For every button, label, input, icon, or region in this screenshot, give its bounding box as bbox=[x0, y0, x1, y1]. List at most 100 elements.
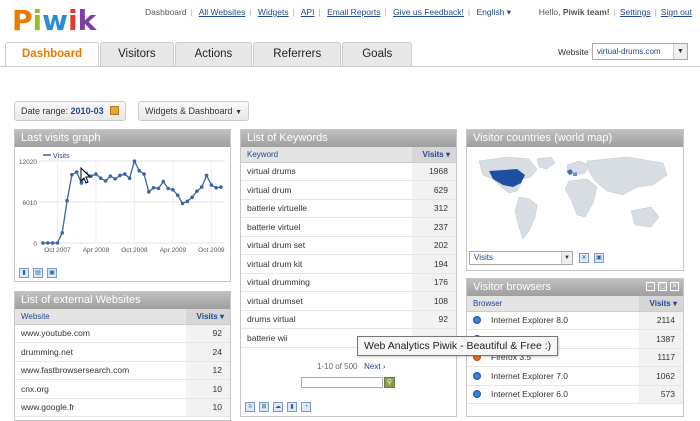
data-point bbox=[199, 185, 204, 189]
y-tick-label: 0 bbox=[33, 241, 37, 248]
export-icon[interactable]: ▤ bbox=[33, 268, 43, 278]
col-visits[interactable]: Visits ▾ bbox=[412, 147, 456, 163]
widget-title[interactable]: Visitor countries (world map) bbox=[467, 130, 683, 147]
data-point bbox=[142, 172, 146, 176]
table-row[interactable]: virtual drum 629 bbox=[241, 180, 456, 200]
pie-graph-icon[interactable]: ◔ bbox=[301, 402, 311, 412]
data-point bbox=[98, 176, 103, 180]
map-metric-select[interactable]: Visits ▼ bbox=[469, 251, 573, 265]
col-website[interactable]: Website bbox=[15, 309, 186, 325]
table-row[interactable]: batterie virtuelle 312 bbox=[241, 199, 456, 218]
row-label: drums virtual bbox=[241, 310, 412, 329]
data-point bbox=[190, 195, 194, 200]
user-menu: Hello, Piwik team! | Settings | Sign out bbox=[538, 7, 692, 17]
chevron-down-icon: ▼ bbox=[235, 109, 242, 116]
internet-explorer-icon bbox=[473, 316, 481, 325]
fullscreen-icon[interactable]: ✕ bbox=[579, 253, 589, 263]
tab-visitors[interactable]: Visitors bbox=[100, 42, 174, 66]
table-row[interactable]: drumming.net 24 bbox=[15, 342, 230, 362]
nav-email-reports[interactable]: Email Reports bbox=[327, 7, 380, 17]
x-tick-label: Apr 2009 bbox=[160, 247, 187, 254]
nav-feedback[interactable]: Give us Feedback! bbox=[393, 7, 464, 17]
x-tick-label: Oct 2007 bbox=[44, 247, 71, 254]
row-label: batterie virtuelle bbox=[241, 199, 412, 218]
table-row[interactable]: Internet Explorer 8.0 2114 bbox=[467, 311, 683, 330]
sign-out-link[interactable]: Sign out bbox=[661, 7, 692, 17]
table-row[interactable]: virtual drums 1968 bbox=[241, 162, 456, 181]
col-keyword[interactable]: Keyword bbox=[241, 147, 412, 163]
col-visits[interactable]: Visits ▾ bbox=[186, 309, 230, 325]
table-row[interactable]: virtual drumming 176 bbox=[241, 273, 456, 292]
table-row[interactable]: www.google.fr 10 bbox=[15, 398, 230, 417]
maximize-icon[interactable]: ▢ bbox=[658, 282, 667, 291]
widget-title[interactable]: Visitor browsers – ▢ × bbox=[467, 279, 683, 296]
table-more-icon[interactable]: ⊞ bbox=[259, 402, 269, 412]
main-tabs: Dashboard Visitors Actions Referrers Goa… bbox=[5, 42, 413, 67]
widget-title[interactable]: List of external Websites bbox=[15, 292, 230, 309]
table-row[interactable]: batterie virtuel 237 bbox=[241, 217, 456, 237]
nav-all-websites[interactable]: All Websites bbox=[199, 7, 246, 17]
language-selector[interactable]: English ▾ bbox=[477, 7, 512, 17]
search-icon[interactable]: ⚲ bbox=[384, 377, 395, 388]
row-label: www.google.fr bbox=[15, 398, 186, 417]
widgets-dashboard-button[interactable]: Widgets & Dashboard ▼ bbox=[138, 101, 249, 121]
keywords-table: Keyword Visits ▾ virtual drums 1968 virtual… bbox=[241, 147, 456, 348]
image-icon[interactable]: ▣ bbox=[47, 268, 57, 278]
sort-down-icon: ▾ bbox=[445, 149, 450, 159]
row-visits: 1968 bbox=[412, 162, 456, 181]
next-page-link[interactable]: Next › bbox=[364, 362, 385, 371]
tab-divider bbox=[0, 66, 700, 67]
tab-referrers[interactable]: Referrers bbox=[253, 42, 342, 66]
data-point bbox=[185, 199, 190, 204]
date-range-button[interactable]: Date range: 2010-03 bbox=[14, 101, 127, 121]
row-label: www.fastbrowsersearch.com bbox=[15, 361, 186, 380]
row-visits: 1062 bbox=[639, 366, 683, 386]
x-tick-label: Oct 2009 bbox=[198, 247, 225, 254]
data-point bbox=[151, 185, 156, 190]
data-point bbox=[171, 187, 175, 192]
widget-title[interactable]: Last visits graph bbox=[15, 130, 230, 147]
table-row[interactable]: cnx.org 10 bbox=[15, 379, 230, 399]
settings-link[interactable]: Settings bbox=[620, 7, 651, 17]
close-icon[interactable]: × bbox=[670, 282, 679, 291]
image-icon[interactable]: ▣ bbox=[594, 253, 604, 263]
tab-actions[interactable]: Actions bbox=[174, 42, 253, 66]
nav-api[interactable]: API bbox=[301, 7, 315, 17]
legend-label: Visits bbox=[53, 153, 70, 160]
keyword-search-input[interactable] bbox=[301, 377, 383, 388]
data-point bbox=[175, 193, 180, 198]
table-row[interactable]: virtual drum set 202 bbox=[241, 236, 456, 255]
col-visits[interactable]: Visits ▾ bbox=[639, 296, 683, 312]
nav-widgets[interactable]: Widgets bbox=[258, 7, 289, 17]
table-row[interactable]: www.youtube.com 92 bbox=[15, 324, 230, 343]
row-label: drumming.net bbox=[15, 342, 186, 362]
tab-dashboard[interactable]: Dashboard bbox=[5, 42, 100, 67]
data-point bbox=[50, 241, 55, 245]
top-navigation: Dashboard | All Websites | Widgets | API | E… bbox=[145, 7, 512, 17]
bar-graph-icon[interactable]: ▮ bbox=[287, 402, 297, 412]
col-browser[interactable]: Browser bbox=[467, 296, 639, 312]
tag-cloud-icon[interactable]: ☁ bbox=[273, 402, 283, 412]
nav-dashboard[interactable]: Dashboard bbox=[145, 7, 187, 17]
table-footer: ≡ ⊞ ☁ ▮ ◔ bbox=[245, 402, 311, 412]
widget-title[interactable]: List of Keywords bbox=[241, 130, 456, 147]
website-select[interactable]: virtual-drums.com ▼ bbox=[592, 43, 688, 60]
evolution-graph-icon[interactable]: ▮ bbox=[19, 268, 29, 278]
pagination: 1-10 of 500 Next › bbox=[317, 362, 386, 371]
data-point bbox=[60, 230, 65, 235]
table-row[interactable]: virtual drumset 108 bbox=[241, 291, 456, 311]
data-point bbox=[132, 159, 137, 163]
table-row[interactable]: drums virtual 92 bbox=[241, 310, 456, 329]
table-row[interactable]: Internet Explorer 7.0 1062 bbox=[467, 366, 683, 386]
world-map-widget: Visitor countries (world map) Visits ▼ ✕ … bbox=[466, 129, 684, 271]
piwik-logo[interactable]: Piwik bbox=[12, 4, 96, 37]
data-point bbox=[70, 172, 74, 177]
world-map[interactable] bbox=[467, 147, 683, 249]
minimize-icon[interactable]: – bbox=[646, 282, 655, 291]
data-point bbox=[94, 172, 98, 176]
table-view-icon[interactable]: ≡ bbox=[245, 402, 255, 412]
table-row[interactable]: www.fastbrowsersearch.com 12 bbox=[15, 361, 230, 380]
table-row[interactable]: Internet Explorer 6.0 573 bbox=[467, 385, 683, 404]
table-row[interactable]: virtual drum kit 194 bbox=[241, 254, 456, 274]
tab-goals[interactable]: Goals bbox=[342, 42, 413, 66]
